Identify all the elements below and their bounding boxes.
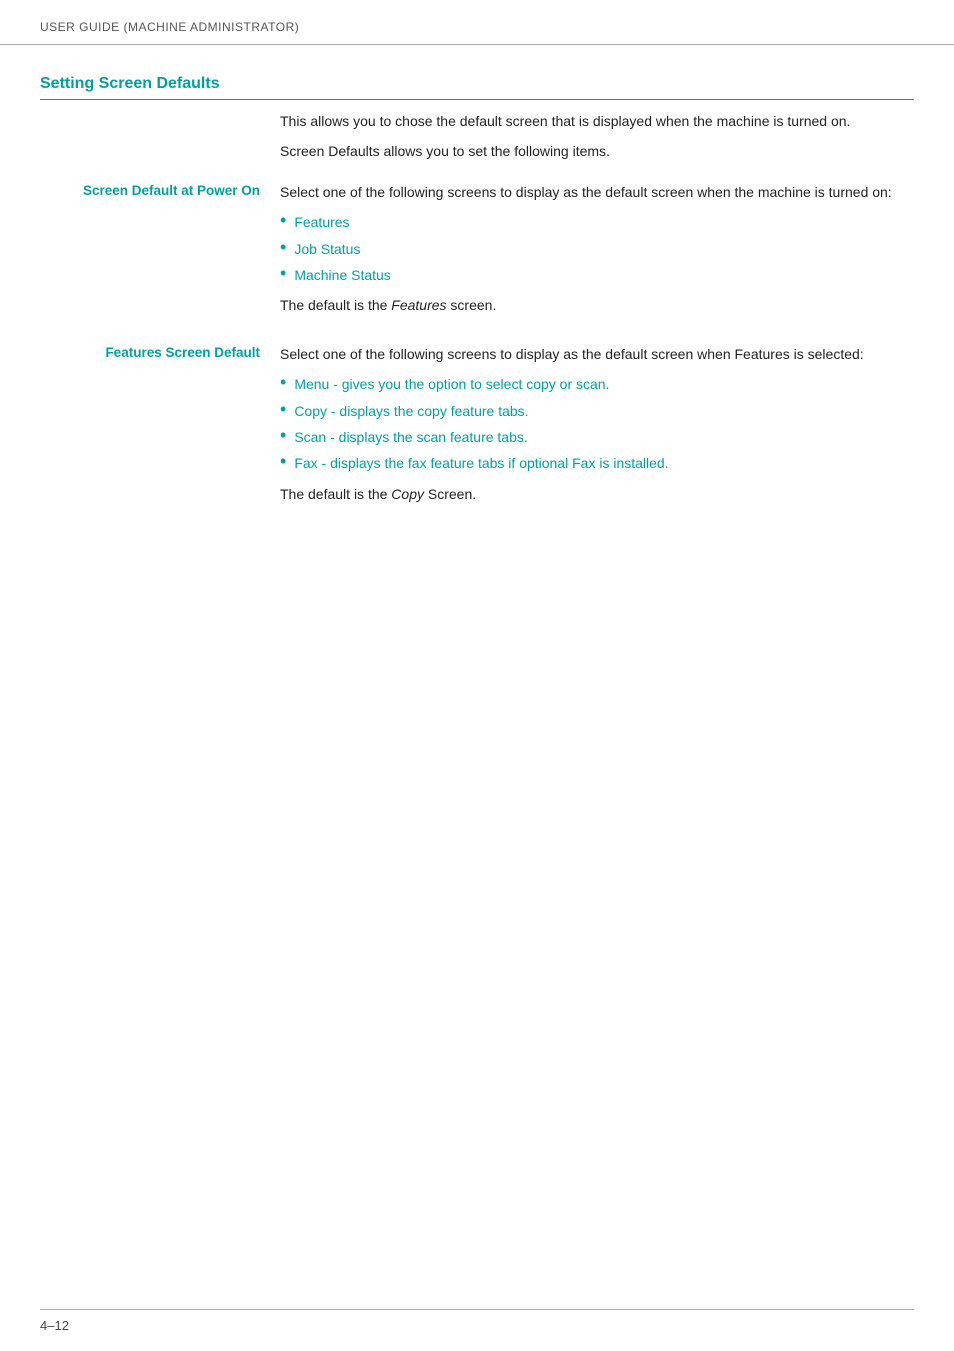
page-footer: 4–12 (40, 1309, 914, 1333)
bullet-dot-2: • (280, 237, 286, 259)
bullet-machine-status: • Machine Status (280, 264, 914, 286)
bullet-text-job-status: Job Status (294, 238, 360, 260)
label-screen-default-power-on: Screen Default at Power On (40, 181, 280, 325)
bullet-copy: • Copy - displays the copy feature tabs. (280, 400, 914, 422)
screen-default-footer-text2: screen. (447, 297, 497, 313)
bullet-menu: • Menu - gives you the option to select … (280, 373, 914, 395)
intro-para1: This allows you to chose the default scr… (280, 110, 914, 132)
bullet-dot-menu: • (280, 372, 286, 394)
features-default-footer-text: The default is the (280, 486, 391, 502)
bullet-features: • Features (280, 211, 914, 233)
screen-default-footer: The default is the Features screen. (280, 294, 914, 316)
features-default-intro: Select one of the following screens to d… (280, 343, 914, 365)
page-header: User Guide (Machine Administrator) (0, 0, 954, 45)
features-default-footer-text2: Screen. (424, 486, 476, 502)
bullet-job-status: • Job Status (280, 238, 914, 260)
screen-default-intro: Select one of the following screens to d… (280, 181, 914, 203)
section-title: Setting Screen Defaults (40, 75, 914, 100)
content-features-screen-default: Select one of the following screens to d… (280, 343, 914, 513)
features-default-footer-italic: Copy (391, 486, 424, 502)
entry-screen-default-power-on: Screen Default at Power On Select one of… (40, 181, 914, 325)
features-default-footer: The default is the Copy Screen. (280, 483, 914, 505)
content-screen-default-power-on: Select one of the following screens to d… (280, 181, 914, 325)
bullet-text-fax: Fax - displays the fax feature tabs if o… (294, 452, 668, 474)
bullet-text-features: Features (294, 211, 349, 233)
bullet-scan: • Scan - displays the scan feature tabs. (280, 426, 914, 448)
bullet-dot-fax: • (280, 451, 286, 473)
intro-block: This allows you to chose the default scr… (40, 110, 914, 171)
screen-default-footer-italic: Features (391, 297, 446, 313)
bullet-text-scan: Scan - displays the scan feature tabs. (294, 426, 527, 448)
entry-features-screen-default: Features Screen Default Select one of th… (40, 343, 914, 513)
screen-default-footer-text: The default is the (280, 297, 391, 313)
intro-content: This allows you to chose the default scr… (280, 110, 914, 171)
features-default-bullets: • Menu - gives you the option to select … (280, 373, 914, 475)
page-number: 4–12 (40, 1318, 69, 1333)
bullet-dot-1: • (280, 210, 286, 232)
header-title: User Guide (Machine Administrator) (40, 20, 299, 34)
bullet-fax: • Fax - displays the fax feature tabs if… (280, 452, 914, 474)
intro-para2: Screen Defaults allows you to set the fo… (280, 140, 914, 162)
screen-default-bullets: • Features • Job Status • Machine Status (280, 211, 914, 286)
page-container: User Guide (Machine Administrator) Setti… (0, 0, 954, 1351)
bullet-dot-scan: • (280, 425, 286, 447)
bullet-dot-3: • (280, 263, 286, 285)
label-features-screen-default: Features Screen Default (40, 343, 280, 513)
bullet-dot-copy: • (280, 399, 286, 421)
bullet-text-machine-status: Machine Status (294, 264, 391, 286)
main-content: Setting Screen Defaults This allows you … (0, 45, 954, 571)
intro-spacer (40, 110, 280, 171)
bullet-text-menu: Menu - gives you the option to select co… (294, 373, 609, 395)
bullet-text-copy: Copy - displays the copy feature tabs. (294, 400, 528, 422)
